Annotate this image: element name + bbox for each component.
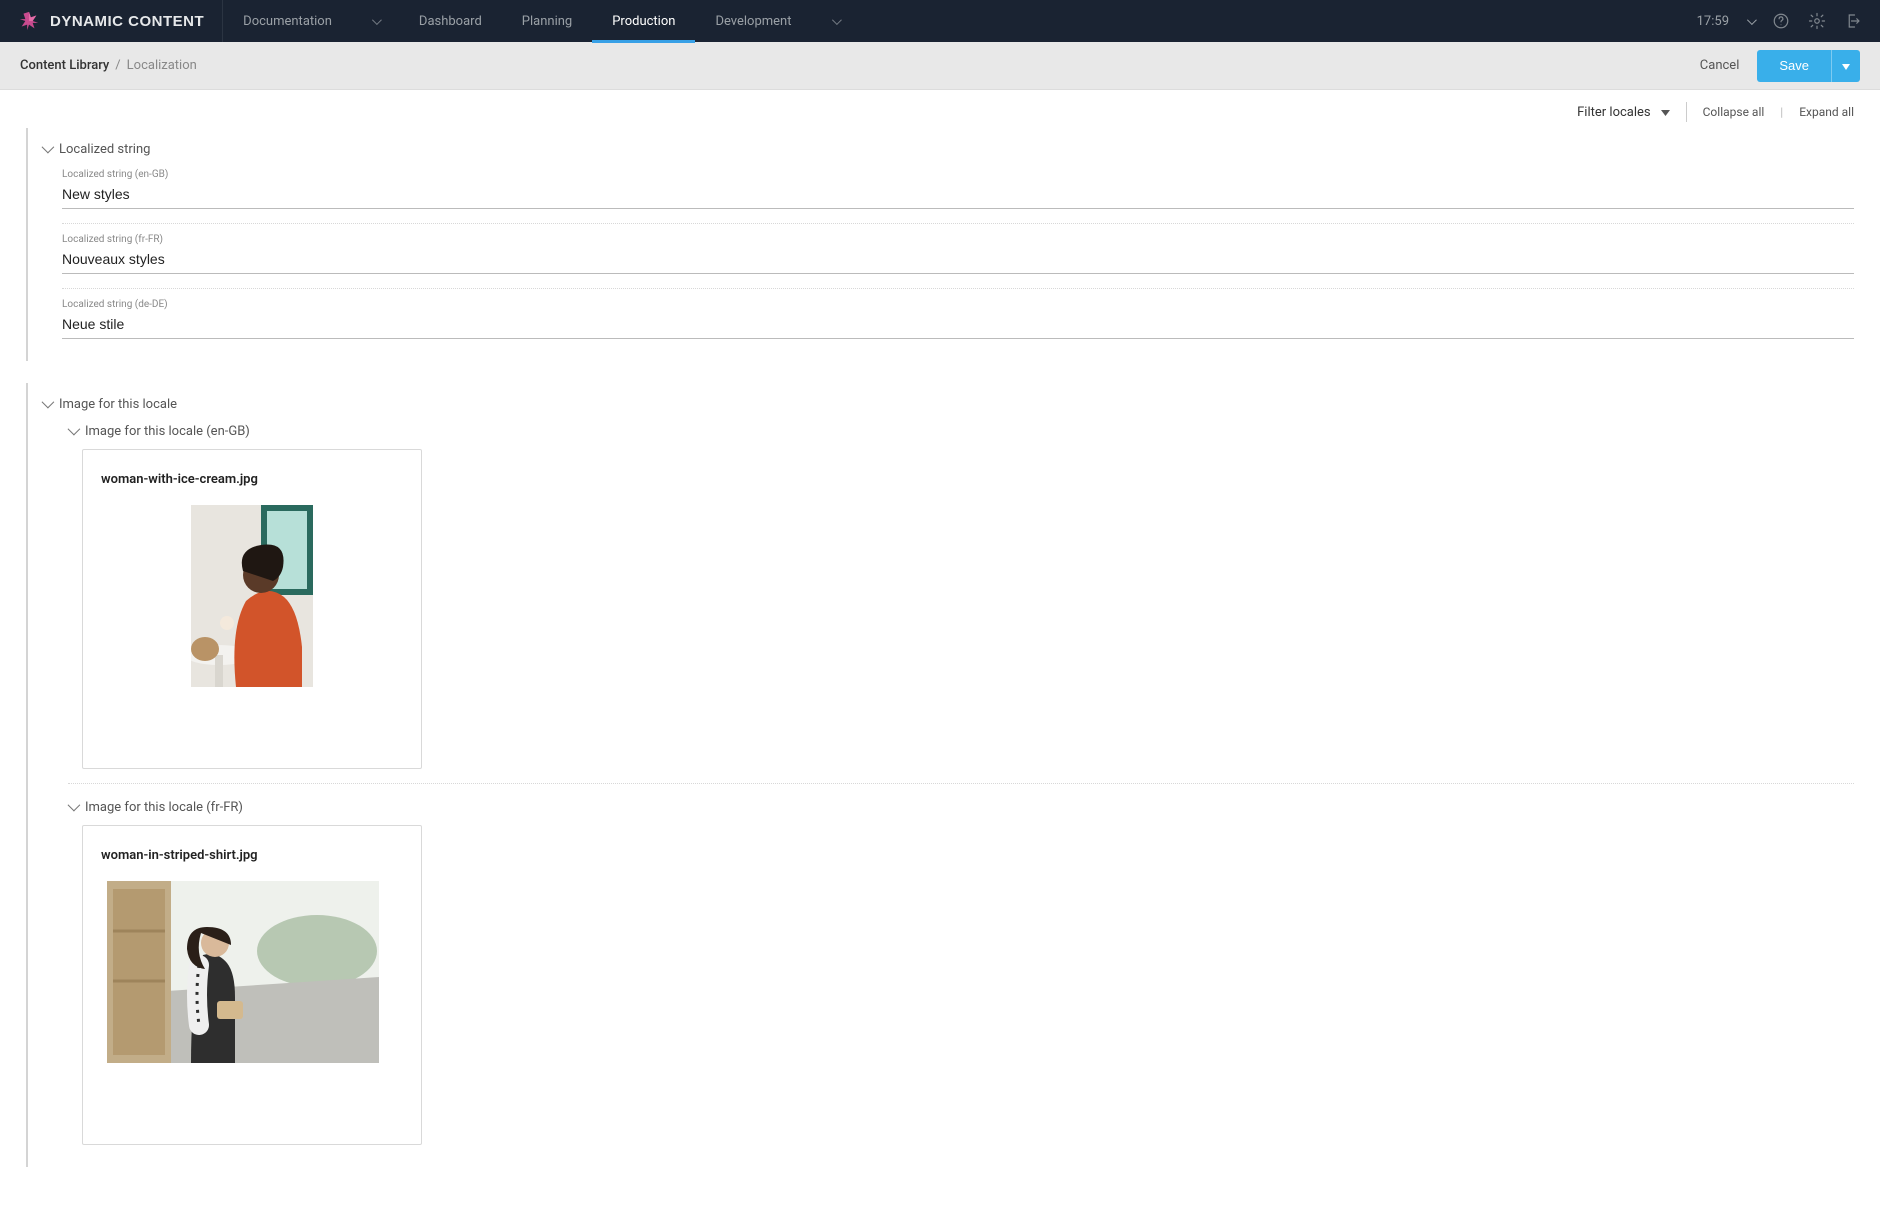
nav-label: Production [612,14,675,29]
nav-development[interactable]: Development [695,0,858,42]
nav-planning[interactable]: Planning [502,0,592,42]
field-divider [62,288,1854,289]
image-card-fr-fr[interactable]: woman-in-striped-shirt.jpg [82,825,422,1145]
nav-label: Dashboard [419,14,482,29]
brand: DYNAMIC CONTENT [0,0,223,42]
localized-input-de-de[interactable] [62,312,1854,339]
time-selector[interactable]: 17:59 [1697,14,1754,29]
chevron-down-icon [832,14,839,29]
localized-input-fr-fr[interactable] [62,247,1854,274]
image-thumbnail [101,505,403,687]
locale-divider [68,783,1854,784]
nav-label: Documentation [243,14,332,29]
filter-locales-label: Filter locales [1577,105,1651,120]
chevron-down-icon [372,14,379,29]
section-title: Image for this locale [59,397,177,412]
gear-icon[interactable] [1808,12,1826,30]
breadcrumb-root[interactable]: Content Library [20,58,109,73]
localized-field-de-de: Localized string (de-DE) [62,299,1854,339]
field-label: Localized string (fr-FR) [62,234,1854,245]
image-filename: woman-with-ice-cream.jpg [101,472,403,487]
toolbar-divider [1686,102,1687,122]
save-dropdown-button[interactable] [1831,50,1860,82]
sub-header-actions: Cancel Save [1700,50,1860,82]
sub-header: Content Library / Localization Cancel Sa… [0,42,1880,90]
chevron-down-icon [68,800,77,815]
section-title: Localized string [59,142,150,157]
field-label: Localized string (en-GB) [62,169,1854,180]
save-button-group: Save [1757,50,1860,82]
image-locale-heading: Image for this locale (fr-FR) [85,800,243,815]
top-bar: DYNAMIC CONTENT Documentation Dashboard … [0,0,1880,42]
breadcrumb: Content Library / Localization [20,58,197,73]
chevron-down-icon [68,424,77,439]
logout-icon[interactable] [1844,12,1862,30]
expand-all-button[interactable]: Expand all [1799,105,1854,119]
section-toggle-localized-string[interactable]: Localized string [42,136,1854,163]
cancel-button[interactable]: Cancel [1700,58,1740,73]
top-nav: Documentation Dashboard Planning Product… [223,0,858,42]
localized-field-en-gb: Localized string (en-GB) [62,169,1854,209]
image-filename: woman-in-striped-shirt.jpg [101,848,403,863]
localized-input-en-gb[interactable] [62,182,1854,209]
image-section: Image for this locale Image for this loc… [26,383,1854,1167]
time-value: 17:59 [1697,14,1729,29]
nav-label: Development [715,14,791,29]
field-divider [62,223,1854,224]
brand-name: DYNAMIC CONTENT [50,13,204,30]
section-toggle-image[interactable]: Image for this locale [42,391,1854,418]
field-label: Localized string (de-DE) [62,299,1854,310]
top-right: 17:59 [1697,12,1880,30]
filter-locales-dropdown[interactable]: Filter locales [1577,105,1670,120]
nav-production[interactable]: Production [592,0,695,42]
locale-toolbar: Filter locales Collapse all | Expand all [0,90,1880,128]
chevron-down-icon [42,397,51,412]
caret-down-icon [1842,58,1850,73]
brand-logo-icon [18,10,40,32]
save-button[interactable]: Save [1757,50,1831,82]
chevron-down-icon [1747,14,1754,29]
image-locale-toggle-en-gb[interactable]: Image for this locale (en-GB) [42,418,1854,449]
content-area: Localized string Localized string (en-GB… [0,128,1880,1219]
nav-dashboard[interactable]: Dashboard [399,0,502,42]
help-icon[interactable] [1772,12,1790,30]
caret-down-icon [1661,105,1670,120]
collapse-all-button[interactable]: Collapse all [1703,105,1765,119]
nav-documentation[interactable]: Documentation [223,0,399,42]
chevron-down-icon [42,142,51,157]
image-card-en-gb[interactable]: woman-with-ice-cream.jpg [82,449,422,769]
nav-label: Planning [522,14,572,29]
breadcrumb-leaf: Localization [127,58,197,73]
image-locale-heading: Image for this locale (en-GB) [85,424,250,439]
image-locale-toggle-fr-fr[interactable]: Image for this locale (fr-FR) [42,794,1854,825]
toolbar-separator: | [1780,105,1783,119]
localized-field-fr-fr: Localized string (fr-FR) [62,234,1854,274]
image-thumbnail [101,881,403,1063]
breadcrumb-separator: / [115,58,120,73]
localized-string-section: Localized string Localized string (en-GB… [26,128,1854,361]
